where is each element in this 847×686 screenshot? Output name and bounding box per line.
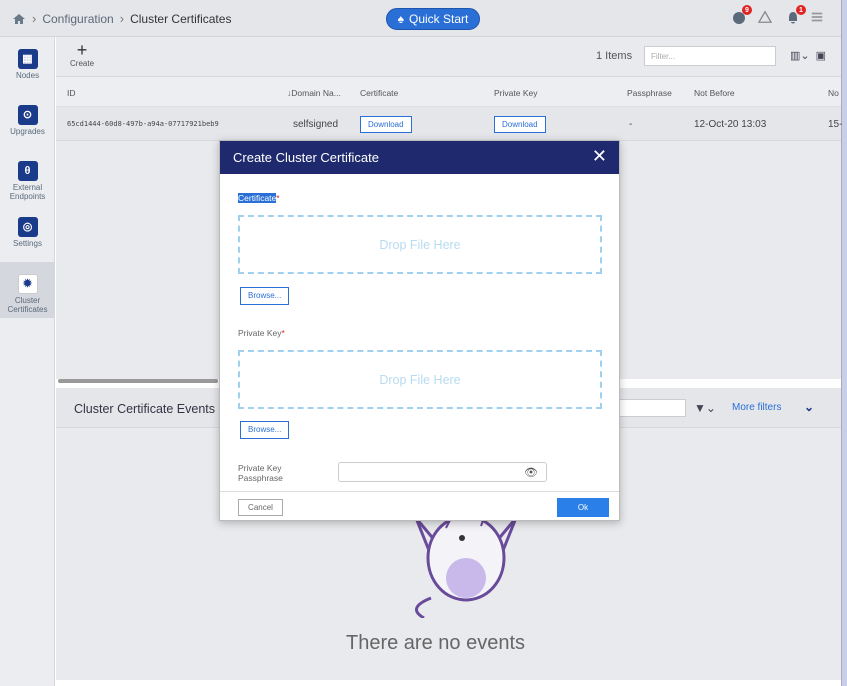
- certificate-dropzone[interactable]: Drop File Here: [238, 215, 602, 274]
- dropzone-text: Drop File Here: [379, 372, 461, 387]
- required-marker: *: [276, 193, 280, 203]
- dialog-title: Create Cluster Certificate: [233, 150, 379, 165]
- window-edge: [841, 0, 847, 686]
- close-icon[interactable]: ✕: [592, 147, 607, 165]
- dialog-footer: Cancel Ok: [220, 491, 619, 521]
- private-key-browse-button[interactable]: Browse...: [240, 421, 290, 439]
- passphrase-field-label: Private Key Passphrase: [238, 463, 283, 483]
- certificate-field-label: Certificate*: [238, 193, 280, 203]
- required-marker: *: [281, 328, 285, 338]
- certificate-browse-button[interactable]: Browse...: [240, 287, 290, 305]
- private-key-dropzone[interactable]: Drop File Here: [238, 350, 602, 409]
- ok-button[interactable]: Ok: [557, 498, 609, 517]
- dialog-header: Create Cluster Certificate ✕: [220, 141, 619, 174]
- create-certificate-dialog: Create Cluster Certificate ✕ Certificate…: [219, 140, 620, 521]
- private-key-field-label: Private Key*: [238, 328, 285, 338]
- private-key-label-text: Private Key: [238, 328, 282, 338]
- certificate-label-text: Certificate: [238, 193, 277, 203]
- cancel-button[interactable]: Cancel: [238, 499, 283, 516]
- passphrase-input[interactable]: 👁: [338, 462, 547, 482]
- eye-icon[interactable]: 👁: [524, 466, 538, 479]
- dropzone-text: Drop File Here: [379, 237, 461, 252]
